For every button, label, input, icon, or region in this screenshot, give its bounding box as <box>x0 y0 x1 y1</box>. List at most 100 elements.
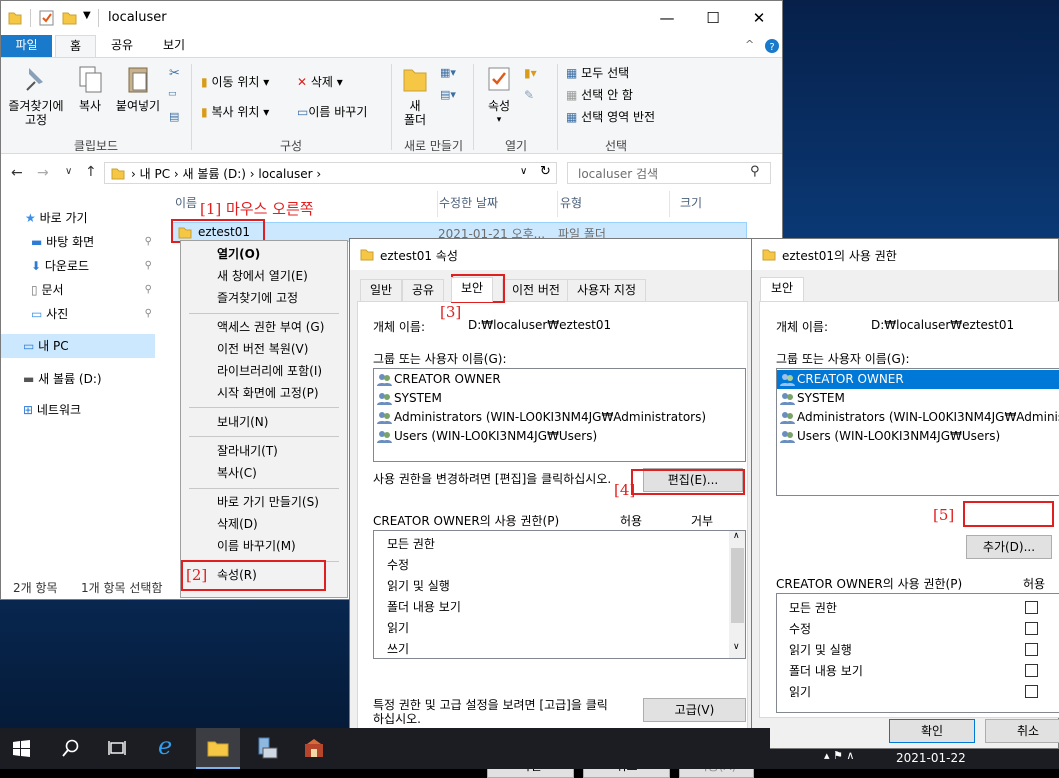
menu-item-copy[interactable]: 복사(C) <box>217 463 257 483</box>
tab-customize[interactable]: 사용자 지정 <box>567 279 647 301</box>
tab-security[interactable]: 보안 <box>451 277 494 302</box>
list-item-users[interactable]: Users (WIN-LO0KI3NM4JG₩Users) <box>374 427 745 446</box>
column-size[interactable]: 크기 <box>669 191 749 217</box>
internet-explorer-icon[interactable]: e <box>158 732 172 760</box>
scroll-down-icon[interactable]: ∨ <box>733 642 740 652</box>
easy-access-icon[interactable]: ▤▾ <box>440 88 456 101</box>
nav-volume-d[interactable]: ▬ 새 볼륨 (D:) <box>23 367 102 391</box>
breadcrumb-volume[interactable]: 새 볼륨 (D:) <box>183 167 246 181</box>
menu-item-pin-quick-access[interactable]: 즐겨찾기에 고정 <box>217 288 298 308</box>
nav-pictures[interactable]: ▭ 사진 ⚲ <box>31 302 156 326</box>
menu-item-send-to[interactable]: 보내기(N) <box>217 412 268 432</box>
menu-item-restore-versions[interactable]: 이전 버전 복원(V) <box>217 339 308 359</box>
add-button[interactable]: 추가(D)... <box>966 535 1052 559</box>
allow-read-checkbox[interactable] <box>1025 685 1038 698</box>
list-item-creator-owner[interactable]: CREATOR OWNER <box>777 370 1059 389</box>
copy-button[interactable]: 복사 <box>74 64 106 113</box>
list-item-system[interactable]: SYSTEM <box>374 389 745 408</box>
list-item-system[interactable]: SYSTEM <box>777 389 1059 408</box>
allow-full-control-checkbox[interactable] <box>1025 601 1038 614</box>
ok-button[interactable]: 확인 <box>889 719 975 743</box>
user-list[interactable]: CREATOR OWNER SYSTEM Administrators (WIN… <box>373 368 746 462</box>
cancel-button[interactable]: 취소 <box>985 719 1059 743</box>
paste-shortcut-icon[interactable]: ▤ <box>169 110 179 123</box>
nav-network[interactable]: ⊞ 네트워크 <box>23 398 81 422</box>
breadcrumb-this-pc[interactable]: 내 PC <box>140 167 170 181</box>
pin-quick-access-button[interactable]: 즐겨찾기에 고정 <box>3 64 69 127</box>
new-folder-button[interactable]: 새 폴더 <box>399 64 431 127</box>
permissions-list[interactable]: 모든 권한 수정 읽기 및 실행 폴더 내용 보기 읽기 <box>776 593 1059 713</box>
task-view-icon[interactable] <box>108 740 126 756</box>
list-item-creator-owner[interactable]: CREATOR OWNER <box>374 370 745 389</box>
customize-toolbar-icon[interactable]: ▼ <box>83 10 91 21</box>
up-icon[interactable]: ↑ <box>85 164 97 180</box>
taskbar-explorer-button[interactable] <box>196 728 240 769</box>
new-item-icon[interactable]: ▦▾ <box>440 66 456 79</box>
copy-to-button[interactable]: ▮ 복사 위치 ▾ <box>201 102 269 122</box>
menu-item-pin-start[interactable]: 시작 화면에 고정(P) <box>217 383 319 403</box>
select-all-button[interactable]: ▦ 모두 선택 <box>566 63 629 83</box>
menu-item-create-shortcut[interactable]: 바로 가기 만들기(S) <box>217 492 319 512</box>
menu-item-cut[interactable]: 잘라내기(T) <box>217 441 278 461</box>
column-name[interactable]: 이름 <box>175 191 197 217</box>
app-icon[interactable] <box>303 738 325 758</box>
nav-desktop[interactable]: ▬ 바탕 화면 ⚲ <box>31 230 156 254</box>
nav-quick-access[interactable]: ★ 바로 가기 <box>25 206 88 230</box>
scroll-up-icon[interactable]: ∧ <box>733 531 740 541</box>
nav-downloads[interactable]: ⬇ 다운로드 ⚲ <box>31 254 156 278</box>
close-button[interactable]: ✕ <box>736 1 782 35</box>
list-item-administrators[interactable]: Administrators (WIN-LO0KI3NM4JG₩Administ… <box>374 408 745 427</box>
maximize-button[interactable]: ☐ <box>690 1 736 35</box>
allow-list-folder-checkbox[interactable] <box>1025 664 1038 677</box>
rename-button[interactable]: ▭이름 바꾸기 <box>297 102 367 122</box>
tab-security[interactable]: 보안 <box>760 277 805 302</box>
list-item-users[interactable]: Users (WIN-LO0KI3NM4JG₩Users) <box>777 427 1059 446</box>
list-item-administrators[interactable]: Administrators (WIN-LO0KI3NM4JG₩Administ… <box>777 408 1059 427</box>
move-to-button[interactable]: ▮ 이동 위치 ▾ <box>201 72 269 92</box>
column-type[interactable]: 유형 <box>557 191 669 217</box>
tab-view[interactable]: 보기 <box>149 35 199 57</box>
permissions-list[interactable]: 모든 권한 수정 읽기 및 실행 폴더 내용 보기 읽기 쓰기 ∧ ∨ <box>373 530 746 659</box>
server-manager-icon[interactable] <box>255 736 279 760</box>
copy-path-icon[interactable]: ▭ <box>168 89 177 99</box>
tray-icons[interactable]: ▴ ⚑ ∧ <box>824 749 854 762</box>
open-icon[interactable]: ▮▾ <box>524 66 537 80</box>
edit-icon[interactable]: ✎ <box>524 88 534 102</box>
back-icon[interactable]: ← <box>11 165 23 181</box>
collapse-ribbon-icon[interactable]: ^ <box>745 38 754 51</box>
allow-modify-checkbox[interactable] <box>1025 622 1038 635</box>
refresh-icon[interactable]: ↻ <box>540 164 551 179</box>
invert-selection-button[interactable]: ▦ 선택 영역 반전 <box>566 107 655 127</box>
column-date-modified[interactable]: 수정한 날짜 <box>437 191 498 217</box>
nav-this-pc[interactable]: ▭ 내 PC <box>1 334 155 358</box>
forward-icon[interactable]: → <box>37 165 49 181</box>
tab-sharing[interactable]: 공유 <box>402 279 445 301</box>
user-list[interactable]: CREATOR OWNER SYSTEM Administrators (WIN… <box>776 368 1059 496</box>
taskbar-date[interactable]: 2021-01-22 <box>896 751 966 765</box>
tab-file[interactable]: 파일 <box>1 35 52 57</box>
select-none-button[interactable]: ▦ 선택 안 함 <box>566 85 633 105</box>
menu-item-open[interactable]: 열기(O) <box>217 244 260 264</box>
allow-read-execute-checkbox[interactable] <box>1025 643 1038 656</box>
tab-previous-versions[interactable]: 이전 버전 <box>502 279 570 301</box>
address-bar[interactable]: › 내 PC › 새 볼륨 (D:) › localuser › ∨ ↻ <box>104 162 557 184</box>
menu-item-open-new-window[interactable]: 새 창에서 열기(E) <box>217 266 308 286</box>
menu-item-give-access[interactable]: 액세스 권한 부여 (G) <box>217 317 324 337</box>
advanced-button[interactable]: 고급(V) <box>643 698 746 722</box>
tab-home[interactable]: 홈 <box>55 35 97 57</box>
breadcrumb-localuser[interactable]: localuser <box>258 167 312 181</box>
recent-locations-icon[interactable]: ∨ <box>65 166 72 177</box>
paste-button[interactable]: 붙여넣기 <box>112 64 164 113</box>
help-icon[interactable]: ? <box>765 39 779 53</box>
scrollbar-thumb[interactable] <box>731 548 744 623</box>
nav-documents[interactable]: ▯ 문서 ⚲ <box>31 278 156 302</box>
properties-quick-icon[interactable] <box>39 10 55 26</box>
minimize-button[interactable]: — <box>644 1 690 35</box>
delete-button[interactable]: ✕ 삭제 ▾ <box>297 72 343 92</box>
tab-share[interactable]: 공유 <box>97 35 147 57</box>
windows-start-icon[interactable] <box>13 740 30 757</box>
menu-item-include-library[interactable]: 라이브러리에 포함(I) <box>217 361 322 381</box>
scrollbar[interactable]: ∧ ∨ <box>729 531 745 658</box>
menu-item-delete[interactable]: 삭제(D) <box>217 514 258 534</box>
new-folder-quick-icon[interactable] <box>62 10 78 26</box>
